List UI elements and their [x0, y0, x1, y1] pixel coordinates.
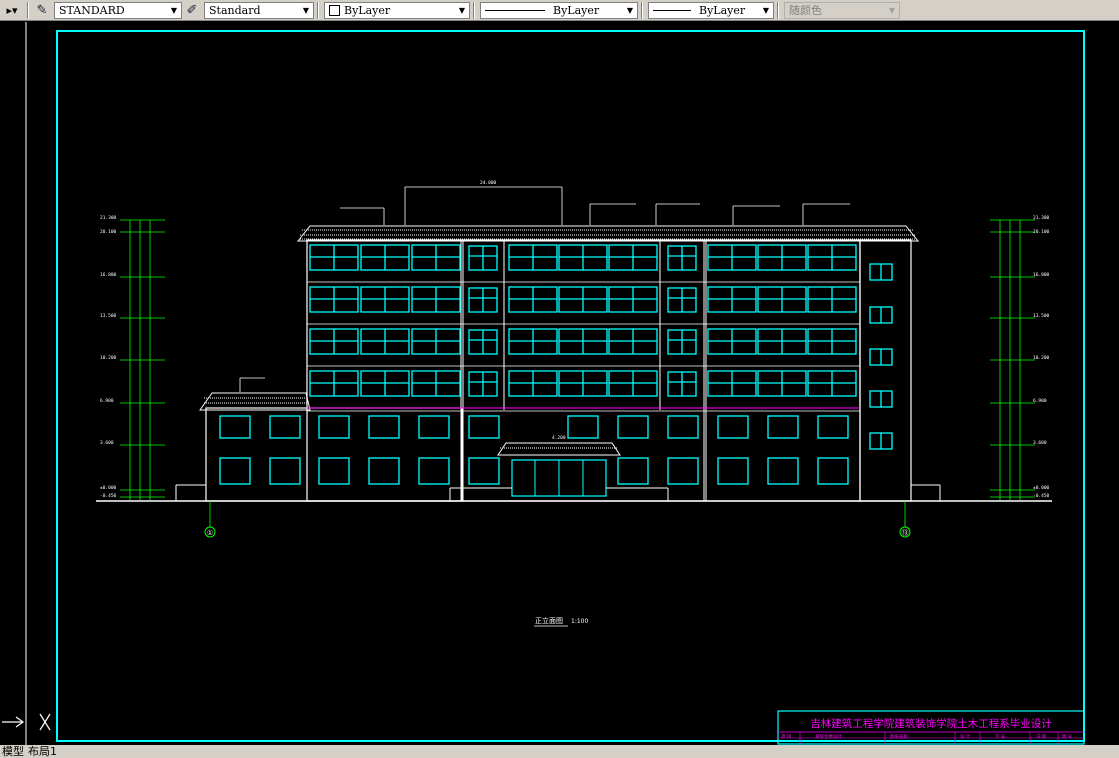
lineweight-select[interactable]: ByLayer ▼: [648, 1, 774, 19]
dim-style-icon[interactable]: ✐: [182, 2, 202, 19]
title-cell: 日 期: [1036, 734, 1047, 740]
right-level-label: 16.800: [1033, 272, 1050, 278]
layer-select[interactable]: ByLayer ▼: [324, 1, 470, 19]
chevron-down-icon: ▼: [888, 5, 896, 15]
lineweight-value: ByLayer: [699, 3, 746, 17]
toolbar-separator: [27, 1, 29, 19]
left-level-label: 20.100: [100, 229, 117, 235]
axis-label-left: ①: [207, 529, 213, 537]
toolbar-separator: [777, 1, 779, 19]
text-style-icon[interactable]: ✎: [32, 2, 52, 19]
top-dimension-label: 24.000: [480, 180, 497, 186]
line-sample-icon: [653, 9, 691, 11]
axis-markers: ① ⑬: [204, 501, 911, 538]
main-building: [296, 225, 920, 502]
linetype-select[interactable]: ByLayer ▼: [480, 1, 638, 19]
right-level-label: 13.500: [1033, 313, 1050, 319]
roof-leaders: [340, 186, 850, 225]
title-cell: 某综合楼设计: [815, 733, 842, 740]
elevation-title-text: 正立面图: [535, 616, 563, 625]
left-level-label: 13.500: [100, 313, 117, 319]
entrance-level-label: 4.200: [552, 435, 566, 441]
right-level-label: 21.300: [1033, 215, 1050, 221]
toolbar-separator: [473, 1, 475, 19]
properties-toolbar: ▸▾ ✎ STANDARD ▼ ✐ Standard ▼ ByLayer ▼ B…: [0, 0, 1119, 21]
right-level-label: 3.600: [1033, 440, 1047, 446]
toolbar-separator: [317, 1, 319, 19]
left-level-label: ±0.000: [100, 485, 117, 491]
upper-windows: [309, 244, 857, 397]
dropdown-arrow-button[interactable]: ▸▾: [0, 1, 24, 20]
left-level-label: 3.600: [100, 440, 114, 446]
layout-tabs: 模型 布局1: [0, 745, 1119, 758]
layer-value: ByLayer: [344, 3, 391, 17]
drawing-canvas[interactable]: 21.300 20.100 16.800 13.500 10.200 6.900…: [0, 22, 1119, 746]
plot-style-select[interactable]: 随颜色 ▼: [784, 1, 900, 19]
elevation-title: 正立面图 1:100: [534, 616, 588, 627]
chevron-down-icon[interactable]: ▼: [299, 3, 313, 18]
entrance: [449, 442, 669, 501]
title-cell: 图纸名称: [890, 733, 908, 740]
ground-windows: [219, 415, 849, 485]
left-dimension-chain: [120, 219, 165, 500]
drawing-frame: [56, 30, 1085, 742]
toolbar-separator: [641, 1, 643, 19]
title-cell: 图 号: [1062, 734, 1073, 740]
color-swatch-icon: [329, 4, 340, 16]
elevation-scale-text: 1:100: [571, 618, 588, 625]
right-level-label: 10.200: [1033, 355, 1050, 361]
chevron-down-icon[interactable]: ▼: [759, 3, 773, 18]
ucs-icon: [2, 713, 51, 731]
right-dimension-chain: [990, 219, 1035, 500]
axis-label-right: ⑬: [902, 529, 909, 537]
tower-windows: [869, 263, 893, 450]
dim-style-value: Standard: [209, 3, 261, 17]
right-level-label: 6.900: [1033, 398, 1047, 404]
line-sample-icon: [485, 9, 545, 11]
title-block: 吉林建筑工程学院建筑装饰学院土木工程系毕业设计 项 目 某综合楼设计 图纸名称 …: [777, 710, 1085, 745]
chevron-down-icon[interactable]: ▼: [455, 3, 469, 18]
tab-layout1[interactable]: 布局1: [26, 745, 59, 758]
tab-model[interactable]: 模型: [0, 745, 26, 758]
chevron-down-icon[interactable]: ▼: [623, 3, 637, 18]
linetype-value: ByLayer: [553, 3, 600, 17]
title-cell: 项 目: [781, 734, 791, 740]
left-level-label: 6.900: [100, 398, 114, 404]
school-title: 吉林建筑工程学院建筑装饰学院土木工程系毕业设计: [810, 717, 1052, 730]
text-style-select[interactable]: STANDARD ▼: [54, 1, 182, 19]
left-level-label: -0.450: [100, 493, 117, 499]
title-cell: 设 计: [960, 733, 971, 740]
right-level-label: 20.100: [1033, 229, 1050, 235]
right-level-label: ±0.000: [1033, 485, 1050, 491]
left-level-label: 16.800: [100, 272, 117, 278]
text-style-value: STANDARD: [59, 3, 125, 17]
plot-style-value: 随颜色: [789, 4, 822, 17]
title-cell: 学 号: [995, 733, 1006, 740]
left-level-label: 21.300: [100, 215, 117, 221]
chevron-down-icon[interactable]: ▼: [167, 3, 181, 18]
right-level-label: -0.450: [1033, 493, 1050, 499]
dim-style-select[interactable]: Standard ▼: [204, 1, 314, 19]
left-level-label: 10.200: [100, 355, 117, 361]
